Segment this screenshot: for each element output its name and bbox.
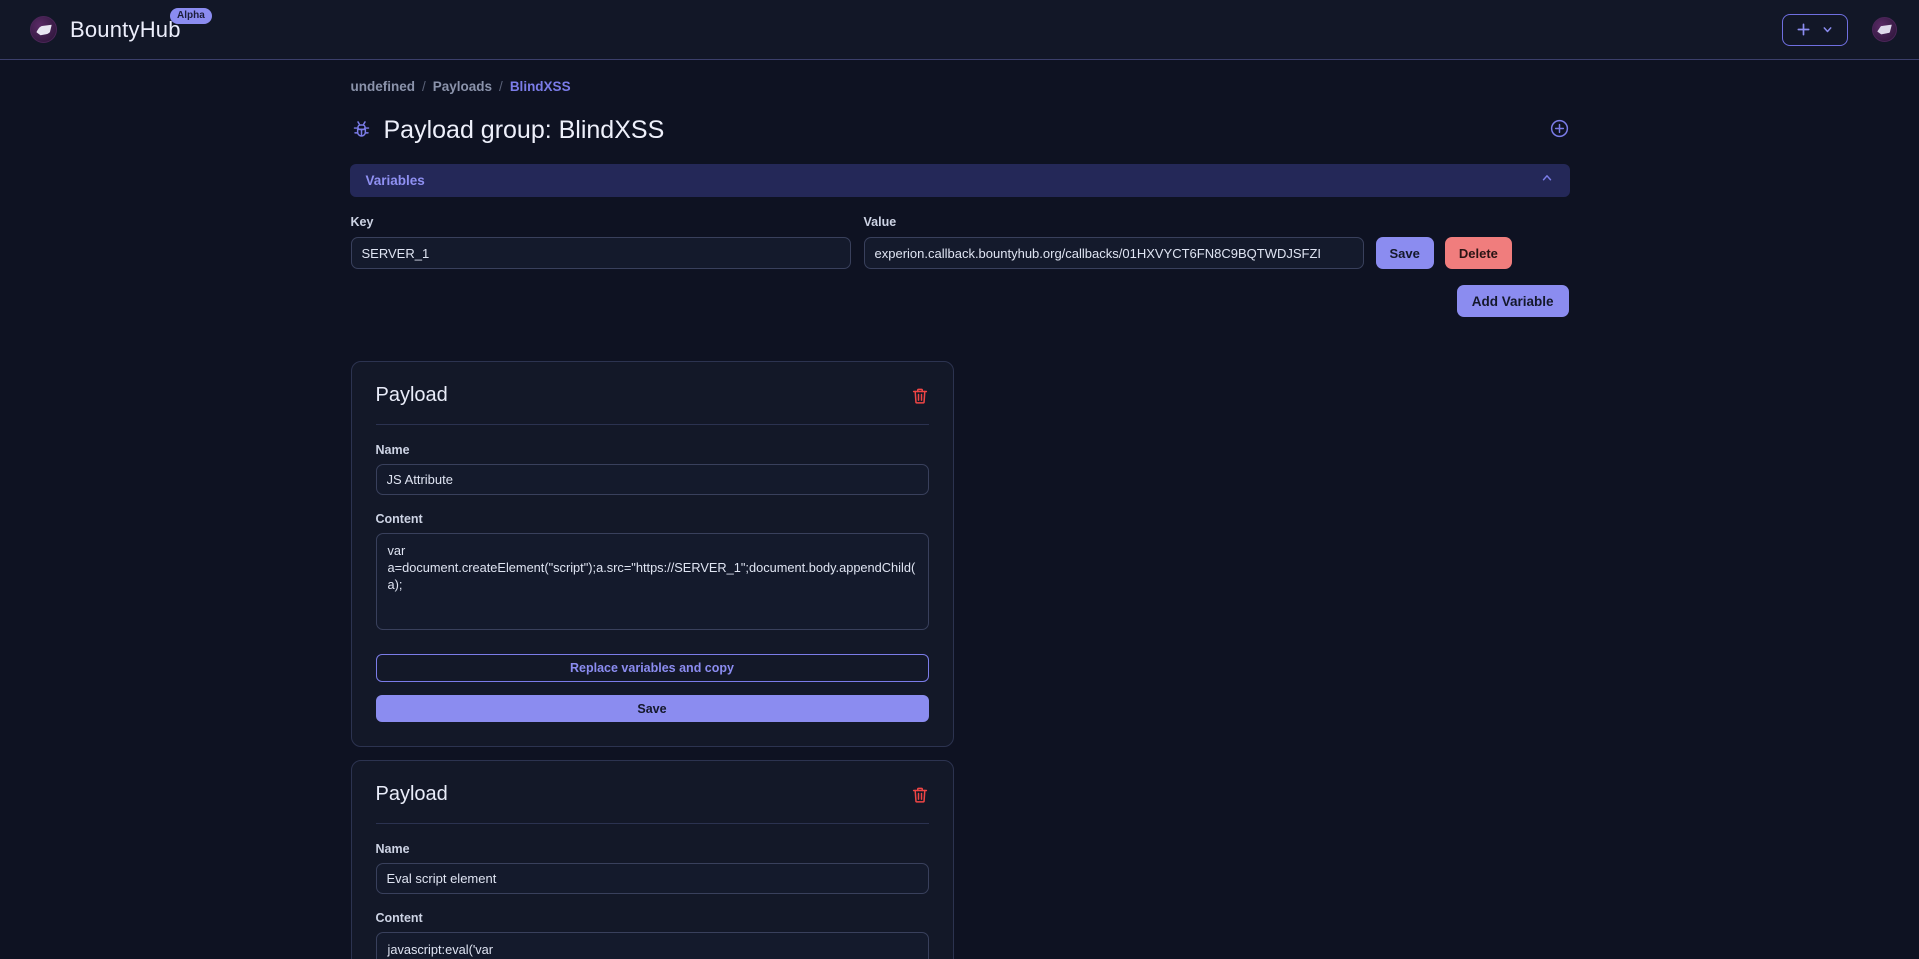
trash-icon xyxy=(911,787,929,807)
divider xyxy=(375,823,929,824)
payload-card-title: Payload xyxy=(375,384,448,406)
payload-card: Payload Name xyxy=(350,361,954,747)
user-avatar-icon[interactable] xyxy=(1872,17,1897,42)
page-body: undefined / Payloads / BlindXSS Payload … xyxy=(0,60,1919,959)
payload-card-header: Payload xyxy=(376,384,929,407)
variable-key-group: Key xyxy=(350,215,851,269)
alpha-badge: Alpha xyxy=(170,8,212,24)
breadcrumb-separator: / xyxy=(422,79,426,94)
payload-content-label: Content xyxy=(375,512,423,526)
payload-save-button[interactable]: Save xyxy=(375,695,929,722)
breadcrumb-separator: / xyxy=(499,79,503,94)
brand-name: BountyHub xyxy=(70,16,181,42)
divider xyxy=(375,424,929,425)
variable-value-group: Value xyxy=(863,215,1364,269)
plus-icon xyxy=(1796,22,1811,37)
payload-content-label: Content xyxy=(375,911,423,925)
add-variable-button[interactable]: Add Variable xyxy=(1456,285,1569,317)
payload-content-textarea[interactable]: var a=document.createElement("script");a… xyxy=(375,533,929,630)
brand[interactable]: BountyHub Alpha xyxy=(30,8,212,43)
key-label: Key xyxy=(350,215,374,229)
breadcrumb-item-blindxss[interactable]: BlindXSS xyxy=(510,79,571,94)
breadcrumb-item-payloads[interactable]: Payloads xyxy=(433,79,492,94)
replace-variables-copy-button[interactable]: Replace variables and copy xyxy=(375,654,929,682)
top-navbar: BountyHub Alpha xyxy=(0,0,1919,60)
variables-accordion-title: Variables xyxy=(365,173,425,188)
payload-card-header: Payload xyxy=(376,783,929,806)
payload-card-title: Payload xyxy=(375,783,448,805)
page-header: Payload group: BlindXSS xyxy=(350,116,1570,145)
variables-accordion-header[interactable]: Variables xyxy=(349,164,1570,197)
payload-name-label: Name xyxy=(375,443,410,457)
value-label: Value xyxy=(863,215,897,229)
variable-delete-button[interactable]: Delete xyxy=(1444,237,1512,269)
navbar-right-controls xyxy=(1782,13,1897,46)
variable-save-button[interactable]: Save xyxy=(1375,237,1434,269)
bug-icon xyxy=(351,118,372,144)
trash-icon xyxy=(911,388,929,408)
circle-plus-icon[interactable] xyxy=(1549,118,1570,144)
payload-card-list: Payload Name JS Attribute Content var a=… xyxy=(350,361,1570,959)
add-menu-button[interactable] xyxy=(1782,13,1848,46)
payload-content-textarea[interactable]: javascript:eval('var a=document.createEl… xyxy=(375,932,929,959)
chevron-up-icon[interactable] xyxy=(1540,171,1554,190)
breadcrumb: undefined / Payloads / BlindXSS xyxy=(350,79,1570,94)
chevron-down-icon xyxy=(1821,23,1834,36)
payload-delete-button[interactable] xyxy=(911,786,929,804)
variable-row: Key Value Save Delete xyxy=(350,215,1569,269)
payload-delete-button[interactable] xyxy=(911,387,929,405)
variable-key-input[interactable] xyxy=(350,237,851,269)
content-container: undefined / Payloads / BlindXSS Payload … xyxy=(349,60,1570,959)
page-title: Payload group: BlindXSS xyxy=(383,116,665,144)
payload-name-input[interactable] xyxy=(375,863,929,894)
breadcrumb-item-root[interactable]: undefined xyxy=(351,79,416,94)
payload-name-input[interactable] xyxy=(375,464,929,495)
variable-value-input[interactable] xyxy=(863,237,1364,269)
variables-panel: Key Value Save Delete Add Variable xyxy=(350,197,1570,317)
payload-name-label: Name xyxy=(375,842,410,856)
payload-card: Payload Name xyxy=(350,760,954,959)
bountyhub-logo-icon xyxy=(30,16,57,43)
variable-actions: Add Variable xyxy=(351,285,1569,317)
